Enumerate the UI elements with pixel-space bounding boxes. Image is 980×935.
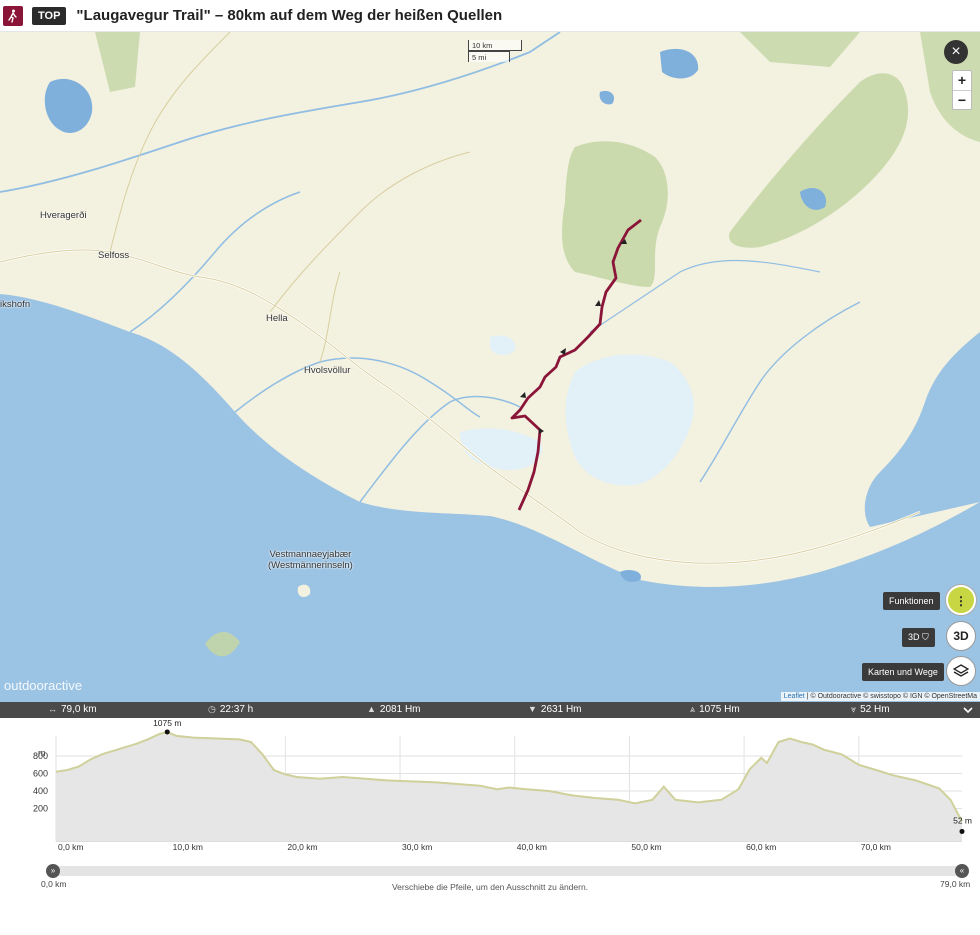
zoom-out-button[interactable]: −	[953, 90, 971, 109]
stat-distance: ↔ 79,0 km	[48, 704, 97, 715]
x-axis-labels: 0,0 km 10,0 km 20,0 km 30,0 km 40,0 km 50,0 k…	[58, 842, 891, 852]
layers-icon	[952, 664, 970, 677]
y-tick-label: 600	[33, 769, 48, 779]
page-title: "Laugavegur Trail" – 80km auf dem Weg de…	[76, 7, 503, 24]
x-tick-label: 70,0 km	[861, 842, 891, 852]
three-d-button[interactable]: 3D	[946, 621, 976, 651]
stat-descent: ▼ 2631 Hm	[528, 704, 582, 715]
shield-icon: ⛉	[922, 632, 929, 642]
glacier	[565, 354, 694, 486]
range-end-handle[interactable]: «	[955, 864, 969, 878]
leaflet-link[interactable]: Leaflet	[784, 693, 805, 700]
slider-hint: Verschiebe die Pfeile, um den Ausschnitt…	[391, 882, 589, 892]
place-label: Selfoss	[98, 250, 130, 261]
peak-icon: ⩓	[690, 704, 696, 714]
close-button[interactable]: ×	[944, 40, 968, 64]
place-label: Hella	[266, 313, 288, 324]
place-label: Hvolsvöllur	[304, 365, 351, 376]
functions-label: Funktionen	[883, 592, 940, 610]
three-d-label: 3D ⛉	[902, 628, 935, 647]
x-tick-label: 30,0 km	[402, 842, 432, 852]
x-tick-label: 40,0 km	[517, 842, 547, 852]
top-badge: TOP	[32, 6, 67, 25]
map-canvas	[0, 32, 980, 702]
map-view[interactable]: Hveragerði Selfoss ikshofn Hella Hvolsvö…	[0, 32, 980, 702]
coast-lagoon	[864, 332, 980, 527]
layers-label: Karten und Wege	[862, 663, 944, 681]
park-area-east	[729, 73, 909, 248]
max-altitude-label: 1075 m	[153, 718, 181, 728]
elevation-area	[56, 731, 962, 841]
y-tick-label: 200	[33, 804, 48, 814]
brand-watermark: outdooractive	[4, 678, 83, 693]
map-scale: 10 km 5 mi	[468, 40, 522, 62]
x-tick-label: 50,0 km	[631, 842, 661, 852]
x-tick-label: 20,0 km	[287, 842, 317, 852]
stat-duration: ◷ 22:37 h	[208, 704, 254, 715]
place-label-vestmannaeyjar: Vestmannaeyjabær (Westmännerinseln)	[268, 549, 353, 571]
distance-icon: ↔	[48, 704, 57, 714]
descent-icon: ▼	[528, 704, 537, 714]
y-tick-label: 400	[33, 786, 48, 796]
tour-map-page: TOP "Laugavegur Trail" – 80km auf dem We…	[0, 0, 980, 935]
x-tick-label: 10,0 km	[173, 842, 203, 852]
x-tick-label: 60,0 km	[746, 842, 776, 852]
valley-icon: ⩔	[851, 704, 857, 714]
layers-button[interactable]	[946, 656, 976, 686]
range-slider-track[interactable]	[50, 866, 962, 876]
stat-min-altitude: ⩔ 52 Hm	[851, 704, 890, 715]
hiking-icon	[3, 5, 23, 26]
y-axis-unit: m	[38, 748, 46, 758]
elevation-chart: 800600400200 0,0 km 10,0 km 20,0 km 30,0 km…	[33, 718, 972, 852]
map-attribution: Leaflet | © Outdooractive © swisstopo © …	[780, 692, 980, 701]
stat-max-altitude: ⩓ 1075 Hm	[690, 704, 740, 715]
elevation-profile[interactable]: 800 600 400 200 0,0 km 10,0 km 20,0 km 30,0 km…	[0, 718, 980, 935]
header: TOP "Laugavegur Trail" – 80km auf dem We…	[0, 0, 980, 32]
clock-icon: ◷	[208, 704, 216, 714]
ocean	[0, 294, 980, 702]
min-altitude-label: 52 m	[953, 815, 972, 825]
tour-stats-bar: ↔ 79,0 km ◷ 22:37 h ▲ 2081 Hm ▼ 2631 Hm ⩓ 107…	[0, 702, 980, 718]
place-label: Hveragerði	[40, 210, 87, 221]
y-axis-labels: 800600400200	[33, 751, 48, 814]
stat-ascent: ▲ 2081 Hm	[367, 704, 421, 715]
min-altitude-marker	[959, 828, 965, 834]
functions-button[interactable]: ⋮	[946, 585, 976, 615]
max-altitude-marker	[164, 729, 170, 735]
zoom-in-button[interactable]: +	[953, 71, 971, 90]
place-label: ikshofn	[0, 299, 31, 310]
x-tick-label: 0,0 km	[58, 842, 84, 852]
range-start-handle[interactable]: »	[46, 864, 60, 878]
ascent-icon: ▲	[367, 704, 376, 714]
zoom-control: + −	[952, 70, 972, 110]
chevron-down-icon[interactable]	[962, 702, 974, 719]
